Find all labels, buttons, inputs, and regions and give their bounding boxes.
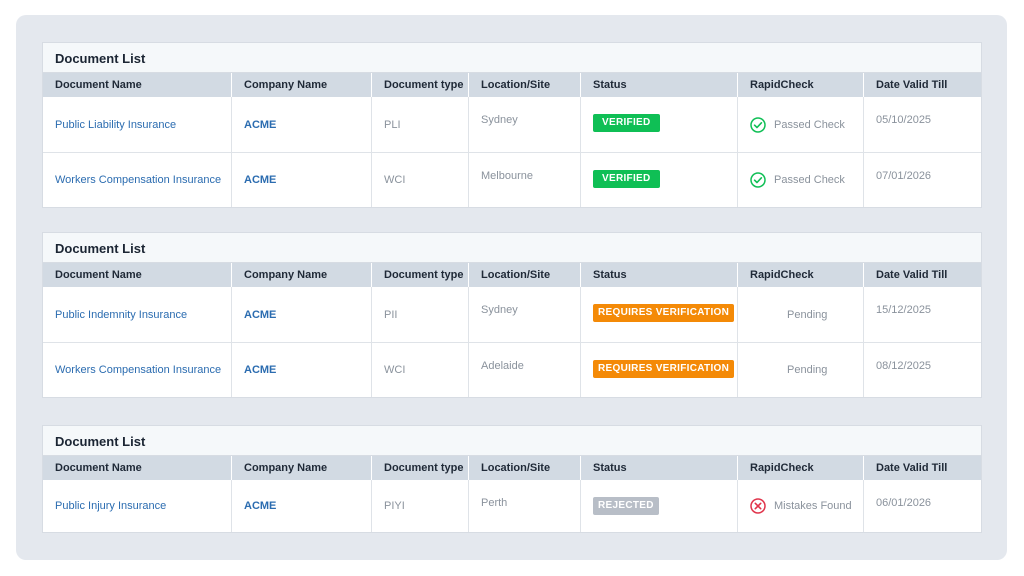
document-list-card: Document List Document Name Company Name…	[42, 425, 982, 533]
rapidcheck-cell: Passed Check	[738, 97, 864, 152]
header-document-name[interactable]: Document Name	[43, 73, 232, 97]
table-row[interactable]: Workers Compensation Insurance ACME WCI …	[43, 342, 981, 397]
header-document-type[interactable]: Document type	[372, 73, 469, 97]
header-company-name[interactable]: Company Name	[232, 73, 372, 97]
status-badge: VERIFIED	[593, 114, 660, 132]
document-name-link[interactable]: Public Injury Insurance	[43, 480, 232, 532]
date-valid-till: 07/01/2026	[876, 170, 932, 182]
header-date-valid-till[interactable]: Date Valid Till	[864, 73, 981, 97]
rapidcheck-result: Pending	[787, 308, 828, 321]
card-title: Document List	[43, 426, 981, 456]
rapidcheck-cell: Pending	[738, 287, 864, 342]
header-status[interactable]: Status	[581, 73, 738, 97]
rapidcheck-cell: Mistakes Found	[738, 480, 864, 532]
header-document-type[interactable]: Document type	[372, 456, 469, 480]
check-circle-icon	[750, 116, 766, 133]
table-row[interactable]: Public Injury Insurance ACME PIYI Perth …	[43, 480, 981, 532]
table-row[interactable]: Public Indemnity Insurance ACME PII Sydn…	[43, 287, 981, 342]
status-badge: REQUIRES VERIFICATION	[593, 304, 735, 322]
header-rapidcheck[interactable]: RapidCheck	[738, 263, 864, 287]
document-name-link[interactable]: Workers Compensation Insurance	[43, 343, 232, 397]
check-circle-icon	[750, 172, 766, 188]
status-cell: VERIFIED	[581, 153, 738, 207]
header-date-valid-till[interactable]: Date Valid Till	[864, 263, 981, 287]
company-name-link[interactable]: ACME	[232, 480, 372, 532]
header-rapidcheck[interactable]: RapidCheck	[738, 456, 864, 480]
location-site: Perth	[469, 480, 581, 532]
document-type: WCI	[372, 153, 469, 207]
header-status[interactable]: Status	[581, 263, 738, 287]
header-rapidcheck[interactable]: RapidCheck	[738, 73, 864, 97]
table-header: Document Name Company Name Document type…	[43, 73, 981, 97]
rapidcheck-cell: Passed Check	[738, 153, 864, 207]
x-circle-icon	[750, 498, 766, 514]
document-type: PIYI	[372, 480, 469, 532]
status-cell: REJECTED	[581, 480, 738, 532]
table-row[interactable]: Workers Compensation Insurance ACME WCI …	[43, 152, 981, 207]
header-document-type[interactable]: Document type	[372, 263, 469, 287]
company-name-link[interactable]: ACME	[232, 153, 372, 207]
header-company-name[interactable]: Company Name	[232, 263, 372, 287]
table-header: Document Name Company Name Document type…	[43, 263, 981, 287]
document-name-link[interactable]: Workers Compensation Insurance	[43, 153, 232, 207]
company-name-link[interactable]: ACME	[232, 287, 372, 342]
header-date-valid-till[interactable]: Date Valid Till	[864, 456, 981, 480]
header-document-name[interactable]: Document Name	[43, 263, 232, 287]
header-location-site[interactable]: Location/Site	[469, 456, 581, 480]
status-badge: VERIFIED	[593, 170, 660, 188]
header-company-name[interactable]: Company Name	[232, 456, 372, 480]
location-site: Sydney	[469, 287, 581, 342]
rapidcheck-result: Passed Check	[774, 118, 845, 131]
document-name-link[interactable]: Public Indemnity Insurance	[43, 287, 232, 342]
header-document-name[interactable]: Document Name	[43, 456, 232, 480]
document-list-card: Document List Document Name Company Name…	[42, 232, 982, 398]
status-cell: VERIFIED	[581, 97, 738, 152]
date-valid-till: 08/12/2025	[876, 360, 932, 372]
date-valid-till: 05/10/2025	[876, 114, 932, 126]
rapidcheck-cell: Pending	[738, 343, 864, 397]
status-badge: REJECTED	[593, 497, 659, 515]
document-list-card: Document List Document Name Company Name…	[42, 42, 982, 208]
document-type: PII	[372, 287, 469, 342]
date-valid-till: 15/12/2025	[876, 304, 932, 316]
rapidcheck-result: Mistakes Found	[774, 500, 852, 512]
location-site: Sydney	[469, 97, 581, 152]
header-status[interactable]: Status	[581, 456, 738, 480]
card-title: Document List	[43, 233, 981, 263]
table-row[interactable]: Public Liability Insurance ACME PLI Sydn…	[43, 97, 981, 152]
location-site: Melbourne	[469, 153, 581, 207]
document-name-link[interactable]: Public Liability Insurance	[43, 97, 232, 152]
document-type: PLI	[372, 97, 469, 152]
header-location-site[interactable]: Location/Site	[469, 263, 581, 287]
status-cell: REQUIRES VERIFICATION	[581, 343, 738, 397]
company-name-link[interactable]: ACME	[232, 343, 372, 397]
status-badge: REQUIRES VERIFICATION	[593, 360, 735, 378]
document-type: WCI	[372, 343, 469, 397]
location-site: Adelaide	[469, 343, 581, 397]
status-cell: REQUIRES VERIFICATION	[581, 287, 738, 342]
table-header: Document Name Company Name Document type…	[43, 456, 981, 480]
header-location-site[interactable]: Location/Site	[469, 73, 581, 97]
rapidcheck-result: Pending	[787, 364, 828, 376]
date-valid-till: 06/01/2026	[876, 497, 932, 509]
card-title: Document List	[43, 43, 981, 73]
rapidcheck-result: Passed Check	[774, 174, 845, 186]
company-name-link[interactable]: ACME	[232, 97, 372, 152]
